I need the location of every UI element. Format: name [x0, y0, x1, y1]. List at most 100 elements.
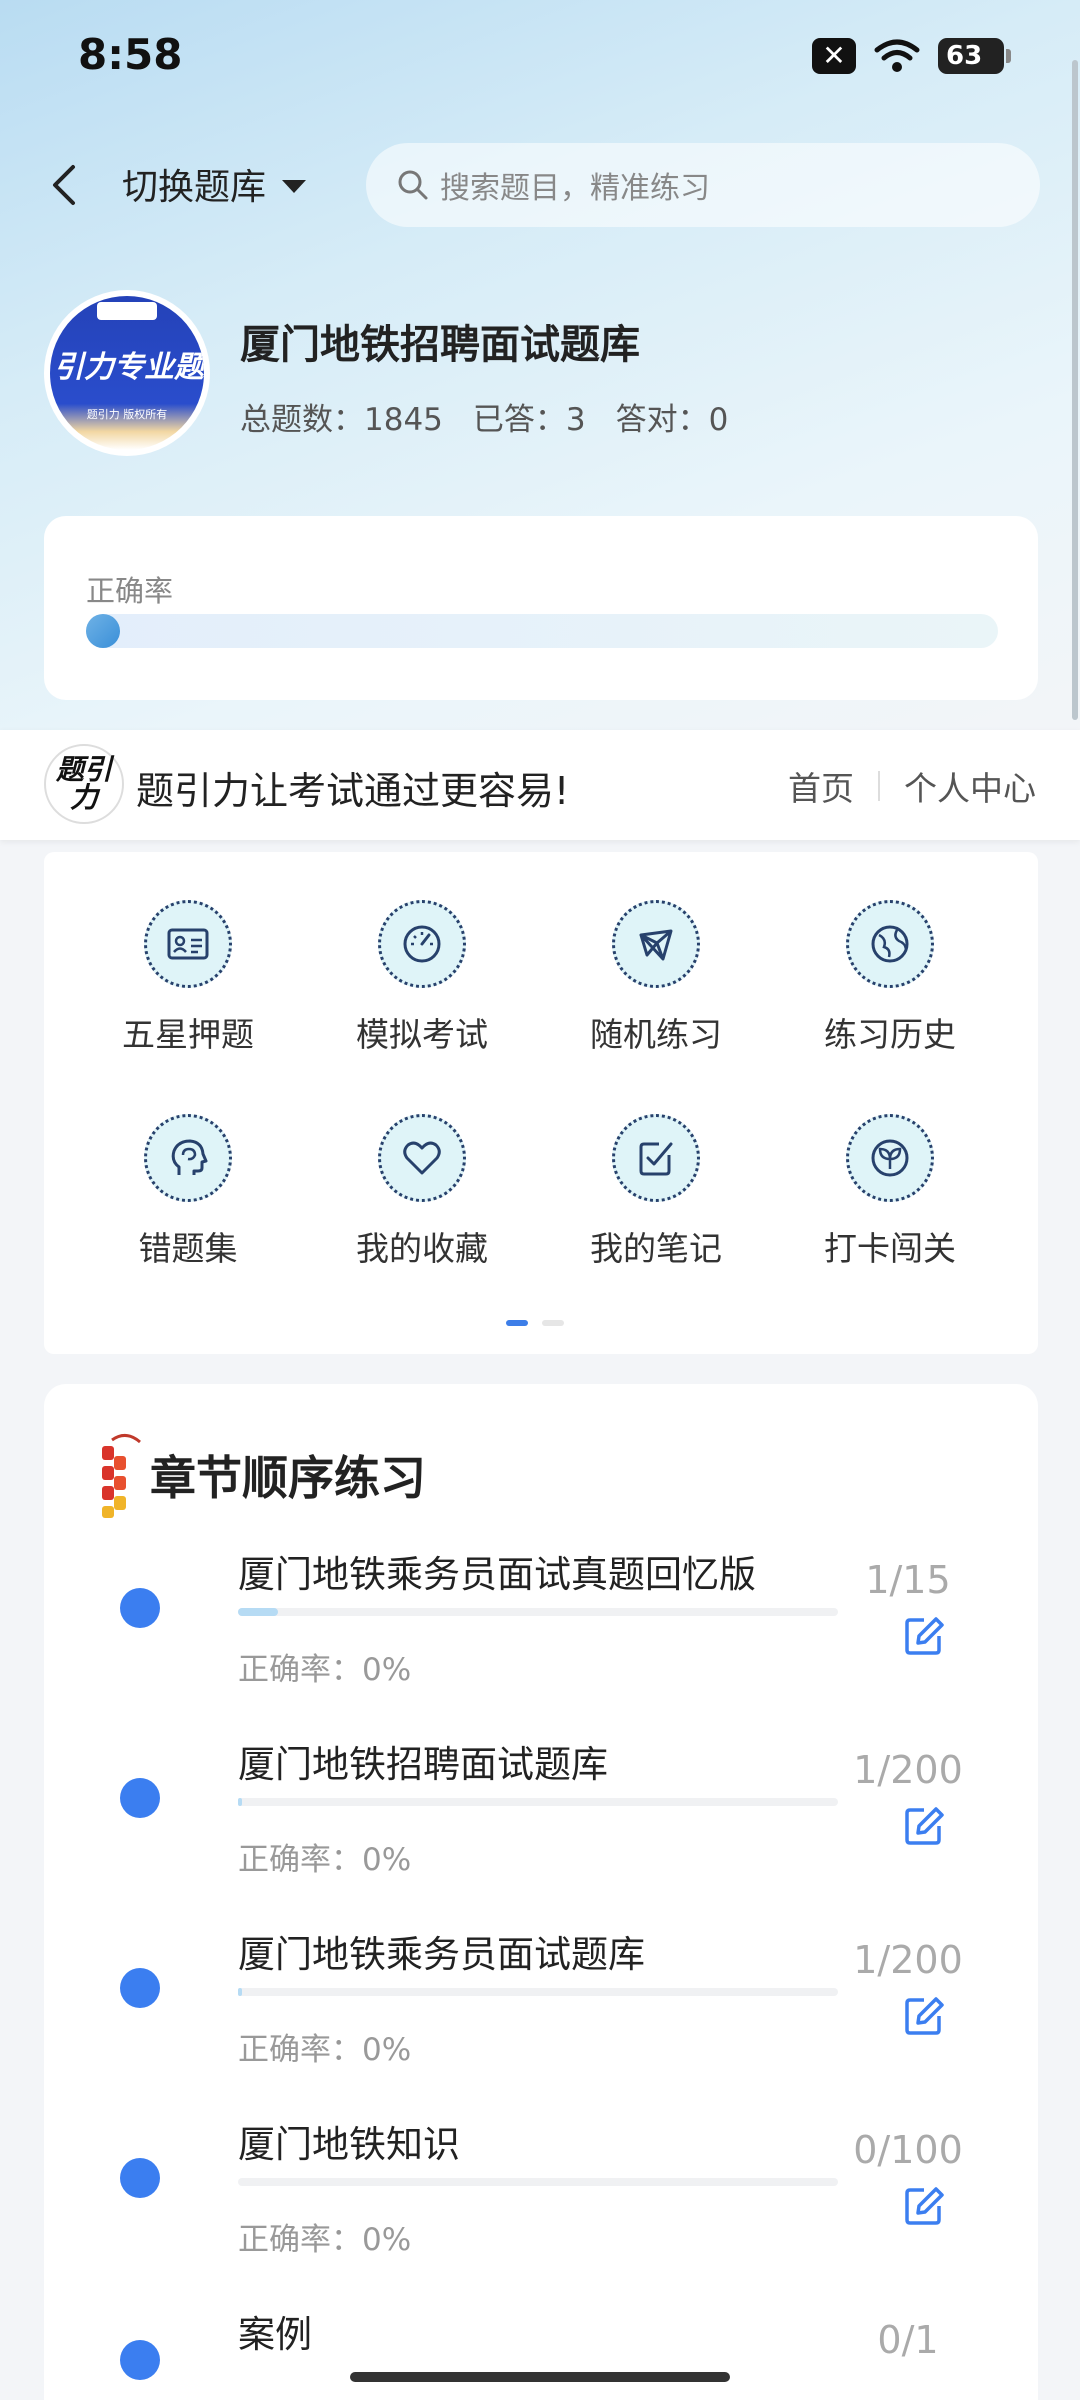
- chapter-row[interactable]: 厦门地铁乘务员面试真题回忆版 正确率：0% 1/15: [44, 1544, 1038, 1734]
- logo-subtext: 题引力 版权所有: [86, 408, 168, 421]
- grid-label: 随机练习: [590, 1015, 722, 1054]
- grid-item-five-star[interactable]: 五星押题: [88, 900, 288, 1056]
- chapter-progress-bar: [238, 1608, 838, 1616]
- chapter-practice-card: 章节顺序练习 厦门地铁乘务员面试真题回忆版 正确率：0% 1/15 厦门地铁招聘…: [44, 1384, 1038, 2400]
- chapter-dot: [120, 1588, 160, 1628]
- chapter-count: 0/1: [877, 2318, 939, 2362]
- grid-label: 我的收藏: [356, 1229, 488, 1268]
- app-logo: 题引力: [44, 744, 124, 824]
- switch-bank-dropdown[interactable]: 切换题库: [122, 158, 307, 210]
- head-brain-icon: [144, 1114, 232, 1202]
- chapter-title: 案例: [238, 2313, 312, 2356]
- total-count: 总题数：1845: [240, 402, 443, 438]
- personal-center-link[interactable]: 个人中心: [904, 762, 1036, 810]
- chapter-dot: [120, 1968, 160, 2008]
- answered-count: 已答：3: [472, 402, 586, 438]
- grid-label: 练习历史: [824, 1015, 956, 1054]
- firecracker-icon: [102, 1434, 141, 1518]
- network-icon: [612, 900, 700, 988]
- chapter-progress-fill: [238, 1988, 242, 1996]
- chapter-title: 厦门地铁乘务员面试真题回忆版: [238, 1553, 756, 1596]
- page-indicator: [506, 1320, 564, 1326]
- grid-item-favorites[interactable]: 我的收藏: [322, 1114, 522, 1270]
- chapter-title: 厦门地铁知识: [238, 2123, 460, 2166]
- chapter-count: 1/200: [853, 1938, 963, 1982]
- search-input[interactable]: 搜索题目，精准练习: [366, 143, 1040, 227]
- bank-header: 引力专业题 题引力 版权所有 厦门地铁招聘面试题库 总题数：1845 已答：3 …: [44, 290, 1044, 460]
- chapter-dot: [120, 2158, 160, 2198]
- chapter-accuracy: 正确率：0%: [238, 1842, 412, 1878]
- grid-label: 我的笔记: [590, 1229, 722, 1268]
- chapter-heading-text: 章节顺序练习: [150, 1451, 426, 1505]
- back-arrow-icon: [53, 165, 75, 205]
- home-link[interactable]: 首页: [788, 762, 854, 810]
- edit-icon[interactable]: [902, 2184, 946, 2228]
- chapter-progress-bar: [238, 1988, 838, 1996]
- chapter-heading: 章节顺序练习: [96, 1430, 426, 1520]
- chapter-row[interactable]: 厦门地铁招聘面试题库 正确率：0% 1/200: [44, 1734, 1038, 1924]
- home-indicator[interactable]: [350, 2372, 730, 2382]
- note-check-icon: [612, 1114, 700, 1202]
- promo-links: 首页 个人中心: [788, 762, 1036, 810]
- chapter-row[interactable]: 厦门地铁乘务员面试题库 正确率：0% 1/200: [44, 1924, 1038, 2114]
- grid-label: 打卡闯关: [824, 1229, 956, 1268]
- status-bar: 8:58 ✕ 63: [0, 0, 1080, 120]
- page-dot-active[interactable]: [506, 1320, 528, 1326]
- chapter-dot: [120, 1778, 160, 1818]
- chapter-progress-bar: [238, 1798, 838, 1806]
- grid-item-wrong-questions[interactable]: 错题集: [88, 1114, 288, 1270]
- globe-icon: [846, 900, 934, 988]
- chapter-count: 0/100: [853, 2128, 963, 2172]
- sprout-icon: [846, 1114, 934, 1202]
- accuracy-label: 正确率: [86, 574, 174, 608]
- grid-label: 错题集: [138, 1229, 238, 1268]
- grid-item-check-in[interactable]: 打卡闯关: [790, 1114, 990, 1270]
- chapter-dot: [120, 2340, 160, 2380]
- grid-label: 模拟考试: [356, 1015, 488, 1054]
- accuracy-progress-bar: [86, 614, 998, 648]
- page-dot[interactable]: [542, 1320, 564, 1326]
- chapter-count: 1/15: [865, 1558, 951, 1602]
- id-card-icon: [144, 900, 232, 988]
- bank-stats: 总题数：1845 已答：3 答对：0: [240, 394, 728, 439]
- heart-icon: [378, 1114, 466, 1202]
- chapter-row[interactable]: 厦门地铁知识 正确率：0% 0/100: [44, 2114, 1038, 2304]
- grid-label: 五星押题: [122, 1015, 254, 1054]
- caret-down-icon: [282, 179, 307, 193]
- grid-item-random-practice[interactable]: 随机练习: [556, 900, 756, 1056]
- status-icons: ✕ 63: [812, 38, 1011, 74]
- chapter-row[interactable]: 案例 0/1: [44, 2304, 1038, 2400]
- grid-item-practice-history[interactable]: 练习历史: [790, 900, 990, 1056]
- battery-icon: 63: [938, 38, 1011, 74]
- feature-grid: 五星押题 模拟考试 随机练习 练习历史 错题集 我的收藏 我的笔记 打卡闯关: [44, 852, 1038, 1354]
- link-divider: [878, 771, 880, 801]
- speedometer-icon: [378, 900, 466, 988]
- chapter-progress-fill: [238, 1798, 242, 1806]
- grid-item-notes[interactable]: 我的笔记: [556, 1114, 756, 1270]
- back-button[interactable]: [44, 162, 84, 208]
- chapter-accuracy: 正确率：0%: [238, 2032, 412, 2068]
- correct-count: 答对：0: [615, 402, 729, 438]
- top-nav: 切换题库 搜索题目，精准练习: [0, 140, 1080, 230]
- logo-text: 引力专业题: [54, 350, 204, 385]
- promo-slogan: 题引力让考试通过更容易!: [136, 769, 570, 813]
- no-sim-icon: ✕: [812, 38, 856, 74]
- promo-bar: 题引力 题引力让考试通过更容易! 首页 个人中心: [0, 730, 1080, 840]
- accuracy-card: 正确率: [44, 516, 1038, 700]
- status-time: 8:58: [78, 30, 183, 79]
- search-placeholder: 搜索题目，精准练习: [440, 171, 710, 206]
- grid-item-mock-exam[interactable]: 模拟考试: [322, 900, 522, 1056]
- chapter-progress-bar: [238, 2178, 838, 2186]
- chapter-title: 厦门地铁乘务员面试题库: [238, 1933, 645, 1976]
- search-icon: [398, 170, 428, 200]
- bank-title: 厦门地铁招聘面试题库: [240, 322, 640, 368]
- bank-logo: 引力专业题 题引力 版权所有: [44, 290, 210, 456]
- switch-bank-label: 切换题库: [122, 167, 267, 208]
- chapter-progress-fill: [238, 1608, 279, 1616]
- edit-icon[interactable]: [902, 1614, 946, 1658]
- accuracy-progress-knob: [86, 614, 120, 648]
- edit-icon[interactable]: [902, 1994, 946, 2038]
- edit-icon[interactable]: [902, 1804, 946, 1848]
- chapter-accuracy: 正确率：0%: [238, 2222, 412, 2258]
- app-logo-text: 题引力: [55, 753, 112, 814]
